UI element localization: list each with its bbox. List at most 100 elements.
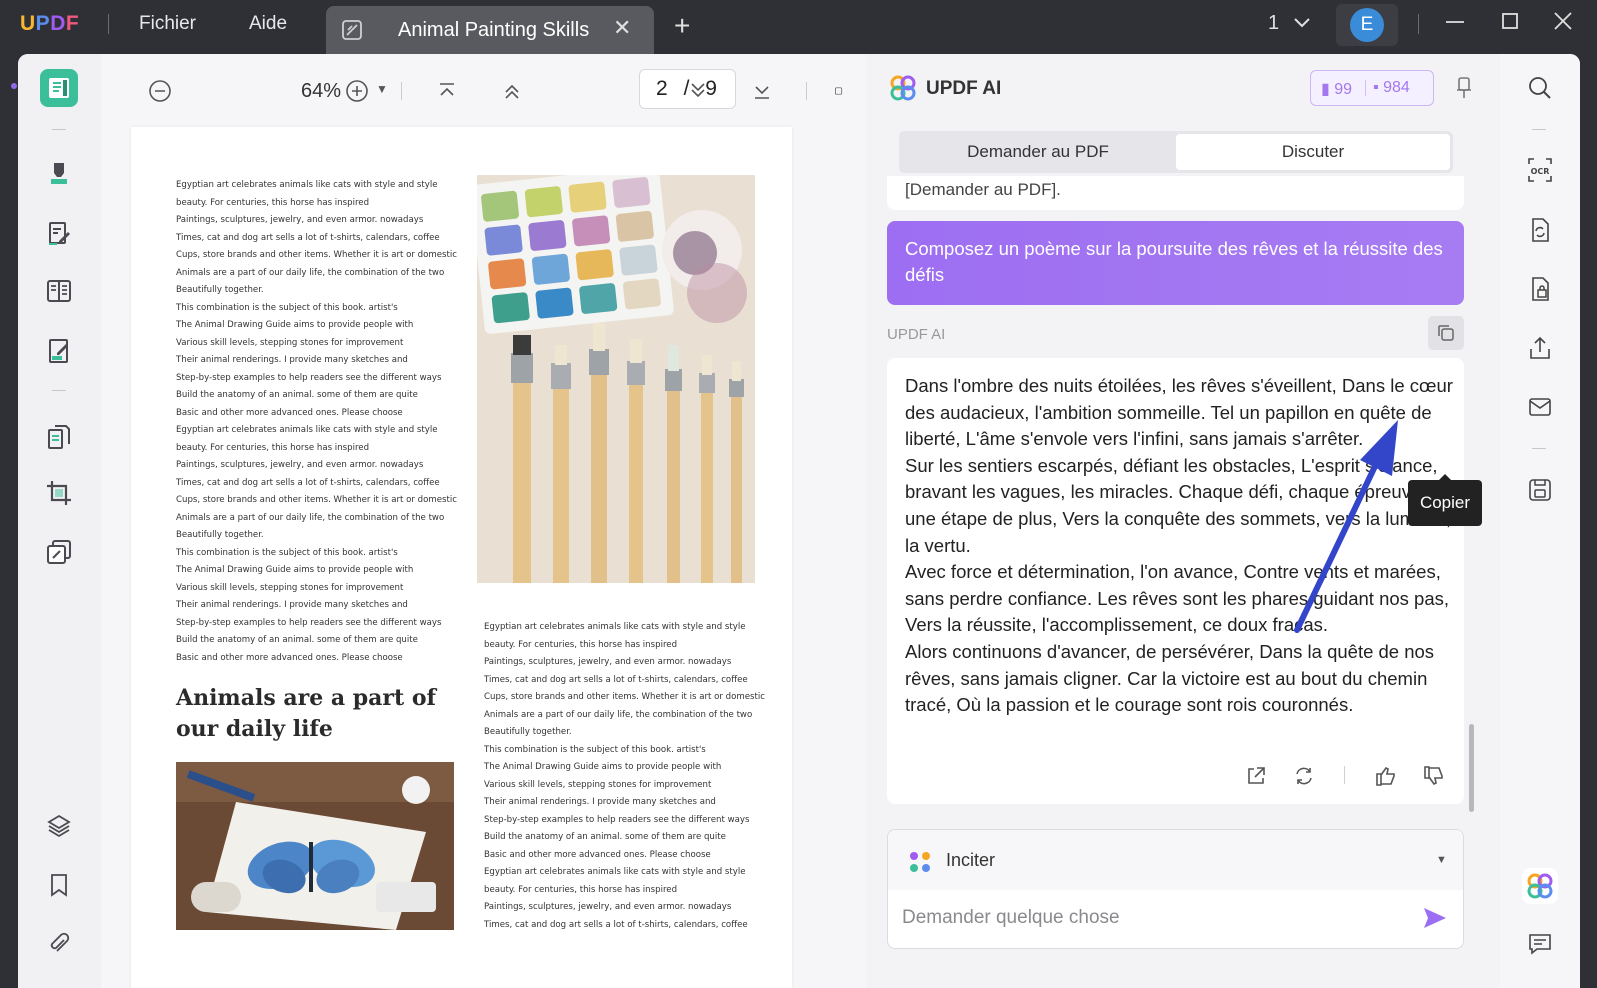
previous-page-icon[interactable]: [499, 78, 525, 104]
reader-mode-button[interactable]: [40, 69, 78, 107]
text-line: Beautifully together.: [176, 285, 264, 295]
menu-fichier[interactable]: Fichier: [139, 13, 196, 35]
text-line: Cups, store brands and other items. Whet…: [176, 495, 457, 505]
bookmark-icon: [51, 874, 67, 897]
edit-tool-button[interactable]: [40, 214, 78, 252]
text-line: Paintings, sculptures, jewelry, and even…: [176, 215, 424, 225]
organize-pages-button[interactable]: [40, 418, 78, 456]
comments-icon[interactable]: [1524, 928, 1556, 960]
next-page-icon[interactable]: [685, 78, 711, 104]
text-line: This combination is the subject of this …: [176, 302, 398, 313]
text-line: beauty. For centuries, this horse has in…: [176, 197, 370, 208]
close-tab-icon[interactable]: ✕: [613, 15, 631, 41]
form-tool-button[interactable]: [40, 332, 78, 370]
left-text-column: Egyptian art celebrates animals like cat…: [176, 177, 457, 667]
zoom-dropdown-icon[interactable]: ▼: [376, 82, 388, 96]
credit-separator: [1365, 80, 1366, 96]
chat-thread: [Demander au PDF]. Composez un poème sur…: [866, 176, 1500, 828]
text-line: The Animal Drawing Guide aims to provide…: [176, 320, 414, 330]
first-page-icon[interactable]: [434, 78, 460, 104]
display-mode-icon[interactable]: [834, 78, 844, 104]
credits-badge[interactable]: ▮ 99 ▪ 984: [1310, 70, 1434, 106]
ask-input[interactable]: [902, 900, 1402, 936]
copy-button[interactable]: [1428, 316, 1464, 350]
chevron-down-icon: [1293, 18, 1310, 28]
updf-ai-icon[interactable]: [1522, 868, 1558, 904]
document-credits: 99: [1334, 81, 1353, 98]
zoom-in-icon[interactable]: [344, 78, 370, 104]
ocr-icon[interactable]: OCR: [1524, 154, 1556, 186]
chat-scrollbar[interactable]: [1469, 724, 1474, 812]
text-line: Egyptian art celebrates animals like cat…: [176, 180, 438, 190]
form-icon: [49, 339, 68, 363]
right-toolbar: OCR: [1500, 54, 1580, 988]
text-line: Basic and other more advanced ones. Plea…: [176, 407, 403, 418]
text-line: Build the anatomy of an animal. some of …: [484, 832, 726, 842]
save-icon[interactable]: [1524, 474, 1556, 506]
updf-logo: UPDF: [20, 12, 80, 35]
minimize-icon[interactable]: [1444, 10, 1466, 38]
email-icon[interactable]: [1524, 391, 1556, 423]
comment-tool-button[interactable]: [40, 154, 78, 192]
prompt-selector[interactable]: Inciter ▼: [888, 830, 1463, 890]
page-layout-button[interactable]: [40, 272, 78, 310]
tab-chat[interactable]: Discuter: [1176, 134, 1450, 170]
regenerate-icon[interactable]: [1291, 763, 1317, 789]
zoom-level[interactable]: 64%: [301, 80, 341, 103]
bookmarks-button[interactable]: [40, 866, 78, 904]
chat-composer: Inciter ▼: [887, 829, 1464, 949]
text-line: Various skill levels, stepping stones fo…: [484, 779, 712, 790]
layers-button[interactable]: [40, 807, 78, 845]
search-icon[interactable]: [1524, 72, 1556, 104]
text-line: beauty. For centuries, this horse has in…: [484, 639, 678, 650]
new-tab-icon[interactable]: +: [674, 10, 690, 42]
title-bar: UPDF Fichier Aide Animal Painting Skills…: [0, 0, 1597, 54]
document-credit-icon: ▮: [1321, 81, 1330, 98]
convert-icon[interactable]: [1524, 214, 1556, 246]
response-author: UPDF AI: [887, 326, 946, 343]
text-line: Egyptian art celebrates animals like cat…: [176, 425, 438, 435]
batch-tool-button[interactable]: [40, 533, 78, 571]
menu-aide[interactable]: Aide: [249, 13, 287, 35]
protect-icon[interactable]: [1524, 273, 1556, 305]
close-window-icon[interactable]: [1552, 10, 1574, 38]
thumbs-down-icon[interactable]: [1421, 763, 1447, 789]
edit-off-icon: [342, 20, 362, 40]
previous-message-text: [Demander au PDF].: [905, 180, 1061, 199]
rail-separator: [1532, 448, 1546, 449]
app-window: 64% ▼ 2 / 9 Egyptian art celebrates anim…: [18, 54, 1580, 988]
text-line: Basic and other more advanced ones. Plea…: [176, 652, 403, 663]
account-button[interactable]: E: [1336, 4, 1398, 46]
ai-header: UPDF AI ▮ 99 ▪ 984: [866, 54, 1500, 120]
send-icon[interactable]: [1422, 906, 1448, 930]
response-paragraph: Dans l'ombre des nuits étoilées, les rêv…: [905, 375, 1453, 450]
export-icon[interactable]: [1243, 763, 1269, 789]
text-line: Their animal renderings. I provide many …: [176, 600, 408, 610]
maximize-icon[interactable]: [1499, 10, 1521, 38]
tab-ask-pdf[interactable]: Demander au PDF: [902, 134, 1174, 170]
butterfly-painting-image: [176, 762, 454, 930]
window-count: 1: [1268, 12, 1280, 34]
left-toolbar: [18, 54, 101, 988]
edit-pdf-icon: [49, 222, 70, 245]
share-icon[interactable]: [1524, 332, 1556, 364]
crop-button[interactable]: [40, 474, 78, 512]
document-tab[interactable]: Animal Painting Skills ✕: [326, 6, 654, 54]
text-line: Cups, store brands and other items. Whet…: [176, 250, 457, 260]
highlighter-icon: [51, 163, 67, 184]
thumbs-up-icon[interactable]: [1373, 763, 1399, 789]
text-line: beauty. For centuries, this horse has in…: [176, 442, 370, 453]
zoom-out-icon[interactable]: [147, 78, 173, 104]
last-page-icon[interactable]: [749, 78, 775, 104]
text-line: Step-by-step examples to help readers se…: [176, 372, 442, 383]
pin-icon[interactable]: [1454, 76, 1474, 100]
tab-title: Animal Painting Skills: [398, 19, 590, 41]
window-selector[interactable]: 1: [1268, 12, 1311, 35]
rail-separator: [52, 129, 66, 130]
title-separator: [108, 14, 109, 34]
book-icon: [49, 78, 69, 98]
attachments-button[interactable]: [40, 925, 78, 963]
text-line: Paintings, sculptures, jewelry, and even…: [176, 460, 424, 470]
watercolor-paints-image: [477, 175, 755, 583]
text-line: Step-by-step examples to help readers se…: [176, 617, 442, 628]
